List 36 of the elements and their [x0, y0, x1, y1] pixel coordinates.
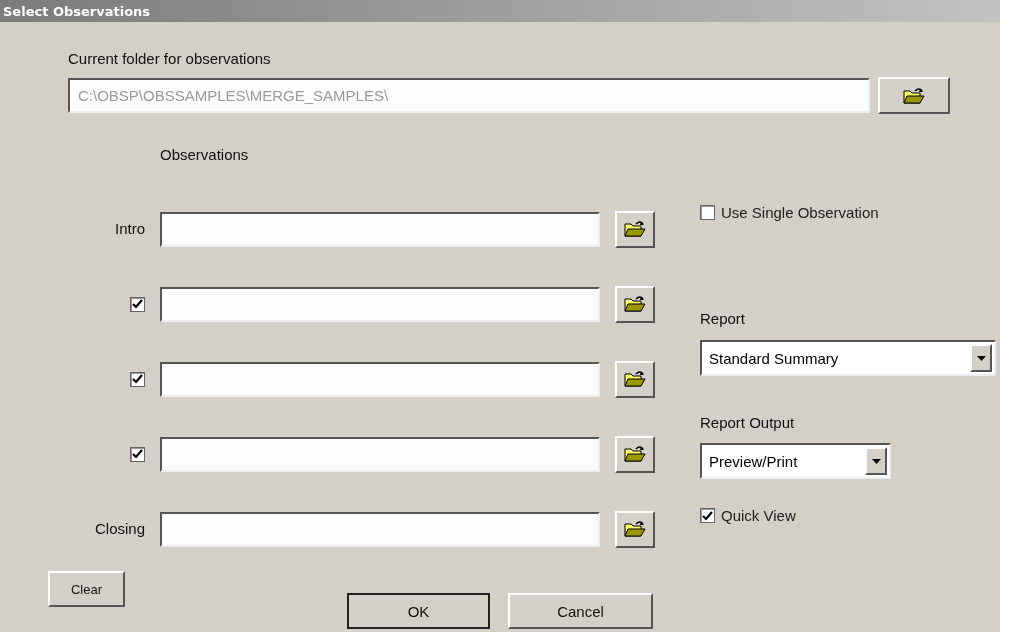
browse-button[interactable] [615, 285, 655, 323]
observation-field[interactable] [160, 211, 600, 247]
cancel-button[interactable]: Cancel [508, 593, 653, 629]
checkbox-label: Quick View [721, 507, 796, 525]
window-title: Select Observations [0, 0, 1000, 22]
observation-field[interactable] [160, 286, 600, 322]
report-output-dropdown[interactable]: Preview/Print [700, 443, 891, 480]
observation-field[interactable] [160, 361, 600, 397]
observations-label: Observations [160, 145, 250, 163]
observation-field[interactable] [160, 436, 600, 472]
checkbox[interactable] [700, 204, 715, 220]
folder-label: Current folder for observations [68, 50, 272, 67]
report-output-label: Report Output [700, 414, 796, 432]
report-dropdown[interactable]: Standard Summary [700, 340, 996, 377]
open-folder-icon [624, 520, 646, 538]
open-folder-icon [624, 295, 646, 313]
row-label: Intro [115, 220, 145, 237]
browse-button[interactable] [615, 435, 655, 473]
browse-button[interactable] [878, 77, 950, 114]
open-folder-icon [903, 86, 925, 105]
checkbox[interactable] [130, 296, 145, 312]
browse-button[interactable] [615, 210, 655, 248]
open-folder-icon [624, 370, 646, 388]
open-folder-icon [624, 220, 646, 238]
checkbox-label: Use Single Observation [721, 203, 879, 221]
report-label: Report [700, 310, 747, 328]
checkbox[interactable] [700, 508, 715, 524]
checkbox[interactable] [130, 371, 145, 387]
checkbox[interactable] [130, 446, 145, 462]
observation-field[interactable] [160, 511, 600, 547]
ok-button[interactable]: OK [347, 593, 490, 629]
browse-button[interactable] [615, 360, 655, 398]
clear-button[interactable]: Clear [48, 571, 125, 607]
row-label: Closing [94, 520, 145, 537]
browse-button[interactable] [615, 510, 655, 548]
open-folder-icon [624, 445, 646, 463]
